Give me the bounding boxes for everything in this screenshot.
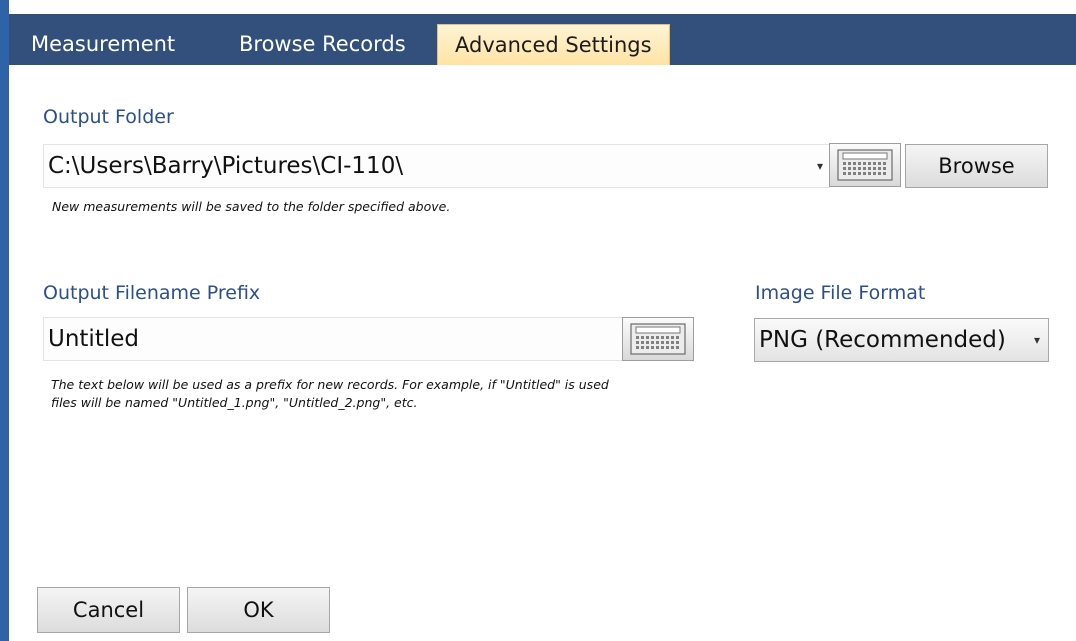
output-folder-keyboard-button[interactable] (829, 143, 901, 187)
filename-prefix-input[interactable]: Untitled (43, 317, 623, 361)
output-folder-hint: New measurements will be saved to the fo… (52, 199, 451, 214)
browse-button[interactable]: Browse (905, 144, 1048, 188)
tab-advanced-settings[interactable]: Advanced Settings (437, 24, 670, 65)
tab-measurement[interactable]: Measurement (13, 24, 193, 65)
cancel-button[interactable]: Cancel (37, 587, 180, 633)
dropdown-caret-icon[interactable]: ▾ (1034, 333, 1040, 347)
keyboard-icon (630, 323, 686, 355)
output-folder-value: C:\Users\Barry\Pictures\CI-110\ (48, 153, 404, 179)
image-format-selected: PNG (Recommended) (759, 327, 1006, 353)
tab-bar: Measurement Browse Records Advanced Sett… (9, 14, 1076, 65)
dropdown-caret-icon[interactable]: ▾ (817, 159, 823, 173)
output-folder-combobox[interactable]: C:\Users\Barry\Pictures\CI-110\ ▾ (43, 144, 830, 188)
filename-prefix-value: Untitled (48, 326, 139, 352)
filename-prefix-hint-line1: The text below will be used as a prefix … (51, 377, 609, 392)
filename-prefix-keyboard-button[interactable] (622, 317, 694, 361)
output-folder-label: Output Folder (43, 106, 174, 128)
window-left-border (0, 0, 9, 641)
tab-browse-records[interactable]: Browse Records (221, 24, 424, 65)
window-top-strip (0, 0, 1076, 14)
filename-prefix-label: Output Filename Prefix (43, 282, 261, 304)
advanced-settings-panel: Output Folder C:\Users\Barry\Pictures\CI… (9, 65, 1076, 641)
ok-button[interactable]: OK (187, 587, 330, 633)
image-format-label: Image File Format (755, 282, 926, 304)
image-format-select[interactable]: PNG (Recommended) ▾ (754, 318, 1049, 362)
filename-prefix-hint-line2: files will be named "Untitled_1.png", "U… (51, 395, 418, 410)
keyboard-icon (837, 149, 893, 181)
